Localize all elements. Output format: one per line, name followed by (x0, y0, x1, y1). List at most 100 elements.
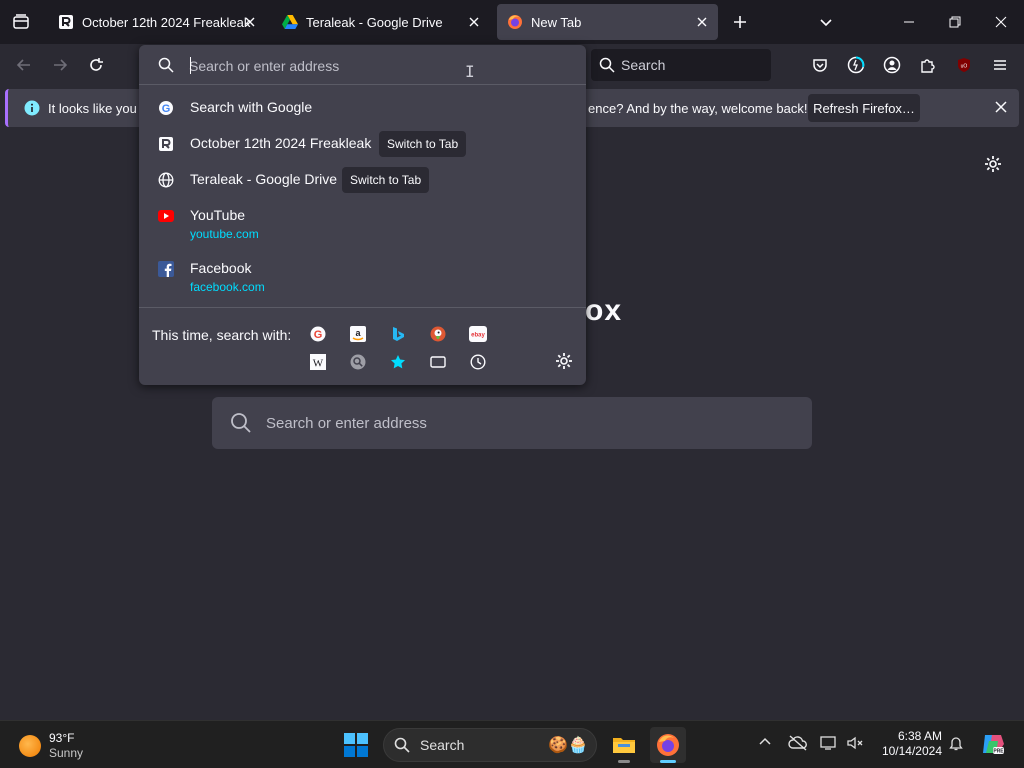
toolbar-search-placeholder: Search (621, 57, 666, 73)
toolbar-search-box[interactable]: Search (591, 49, 771, 81)
search-with-label: This time, search with: (152, 327, 292, 343)
switch-to-tab-label: Switch to Tab (342, 167, 430, 193)
firefox-icon (657, 734, 679, 756)
newtab-settings-button[interactable] (984, 155, 1002, 178)
weather-temperature: 93°F (49, 731, 75, 745)
close-tab-icon[interactable] (694, 14, 710, 30)
duckduckgo-engine-icon[interactable] (429, 325, 447, 343)
gear-icon (985, 156, 1001, 172)
volume-tray-icon[interactable] (846, 735, 864, 751)
tab-new-tab[interactable]: New Tab (497, 4, 718, 40)
chevron-down-icon (820, 19, 832, 27)
restore-icon (949, 16, 961, 28)
history-clock-icon[interactable] (469, 353, 487, 371)
urlbar-result-freakleak[interactable]: October 12th 2024 Freakleak Switch to Ta… (147, 127, 578, 161)
minimize-button[interactable] (886, 0, 932, 44)
pocket-button[interactable] (806, 51, 834, 79)
bell-icon (949, 737, 963, 751)
back-button[interactable] (10, 51, 38, 79)
copilot-button[interactable]: PRE (980, 731, 1006, 757)
ebay-engine-icon[interactable]: ebay (469, 325, 487, 343)
urlbar-result-search-google[interactable]: G Search with Google (147, 91, 578, 125)
cloud-offline-icon (788, 735, 807, 751)
magnifier-engine-icon[interactable] (349, 353, 367, 371)
list-all-tabs-button[interactable] (812, 8, 840, 36)
google-engine-icon[interactable]: G (309, 325, 327, 343)
close-tab-icon[interactable] (242, 14, 258, 30)
search-highlight-cookie-icon: 🍪🧁 (548, 737, 588, 754)
network-tray-icon[interactable] (820, 735, 838, 751)
notifications-button[interactable] (948, 735, 964, 751)
urlbar-result-facebook[interactable]: Facebook facebook.com (147, 252, 578, 302)
r-favicon-icon (58, 14, 74, 30)
tab-title: New Tab (531, 14, 582, 30)
taskbar-search-box[interactable]: Search 🍪🧁 (383, 728, 597, 762)
weather-widget[interactable]: 93°F Sunny (19, 731, 83, 761)
sync-extension-button[interactable] (842, 51, 870, 79)
copilot-icon: PRE (983, 735, 1004, 755)
taskbar-firefox[interactable] (650, 727, 686, 763)
newtab-search-box[interactable]: Search or enter address (212, 397, 812, 449)
bookmarks-star-icon[interactable] (389, 353, 407, 371)
search-icon (599, 57, 615, 73)
svg-text:PRE: PRE (993, 749, 1004, 755)
result-url: youtube.com (190, 227, 259, 241)
refresh-firefox-button[interactable]: Refresh Firefox… (808, 94, 920, 122)
forward-arrow-icon (54, 59, 68, 71)
extensions-button[interactable] (914, 51, 942, 79)
google-drive-icon (282, 14, 298, 30)
globe-icon (158, 172, 174, 188)
onedrive-tray-icon[interactable] (788, 735, 808, 751)
tab-strip: October 12th 2024 Freakleak Teraleak - G… (0, 0, 1024, 44)
urlbar-result-teraleak[interactable]: Teraleak - Google Drive Switch to Tab (147, 163, 578, 197)
plus-icon (734, 16, 746, 28)
result-title: YouTube (190, 207, 246, 223)
one-off-search-bar: This time, search with: G a ebay W (139, 307, 586, 385)
tab-title: Teraleak - Google Drive (306, 14, 443, 30)
wikipedia-engine-icon[interactable]: W (309, 353, 327, 371)
app-menu-button[interactable] (986, 51, 1014, 79)
start-button[interactable] (344, 733, 368, 762)
close-tab-icon[interactable] (466, 14, 482, 30)
speaker-muted-icon (847, 736, 863, 750)
windows-taskbar: 93°F Sunny Search 🍪🧁 6:38 AM 10/14/2024 … (0, 720, 1024, 768)
close-icon (995, 16, 1007, 28)
tab-freakleak[interactable]: October 12th 2024 Freakleak (48, 4, 266, 40)
new-tab-button[interactable] (726, 8, 754, 36)
urlbar-result-youtube[interactable]: YouTube youtube.com (147, 199, 578, 249)
tab-teraleak[interactable]: Teraleak - Google Drive (272, 4, 490, 40)
minimize-icon (904, 21, 914, 23)
running-indicator (618, 760, 630, 763)
ublock-origin-button[interactable]: uO (950, 51, 978, 79)
search-settings-gear-icon[interactable] (555, 352, 573, 375)
tab-title: October 12th 2024 Freakleak (82, 14, 251, 30)
forward-button[interactable] (46, 51, 74, 79)
circle-progress-icon (847, 56, 865, 74)
search-icon (394, 737, 410, 753)
windows-logo-icon (344, 733, 368, 757)
result-title: Teraleak - Google Drive (190, 171, 338, 187)
close-notification-icon[interactable] (995, 100, 1007, 118)
pocket-icon (813, 59, 827, 72)
newtab-search-placeholder: Search or enter address (266, 414, 427, 432)
amazon-engine-icon[interactable]: a (349, 325, 367, 343)
show-hidden-icons-button[interactable] (758, 735, 772, 749)
ublock-icon: uO (958, 58, 970, 72)
bing-engine-icon[interactable] (389, 325, 407, 343)
reload-button[interactable] (82, 51, 110, 79)
urlbar-input[interactable] (189, 55, 559, 77)
weather-condition: Sunny (49, 746, 84, 760)
account-icon (883, 56, 901, 74)
info-icon (24, 100, 40, 121)
firefox-view-button[interactable] (0, 0, 42, 44)
close-window-button[interactable] (978, 0, 1024, 44)
system-clock[interactable]: 6:38 AM 10/14/2024 (872, 729, 942, 759)
account-button[interactable] (878, 51, 906, 79)
tabs-icon[interactable] (429, 353, 447, 371)
monitor-icon (820, 736, 836, 750)
taskbar-file-explorer[interactable] (606, 727, 642, 763)
clock-date: 10/14/2024 (881, 744, 942, 758)
result-title: Search with Google (190, 99, 313, 115)
svg-text:W: W (313, 358, 324, 370)
restore-button[interactable] (932, 0, 978, 44)
